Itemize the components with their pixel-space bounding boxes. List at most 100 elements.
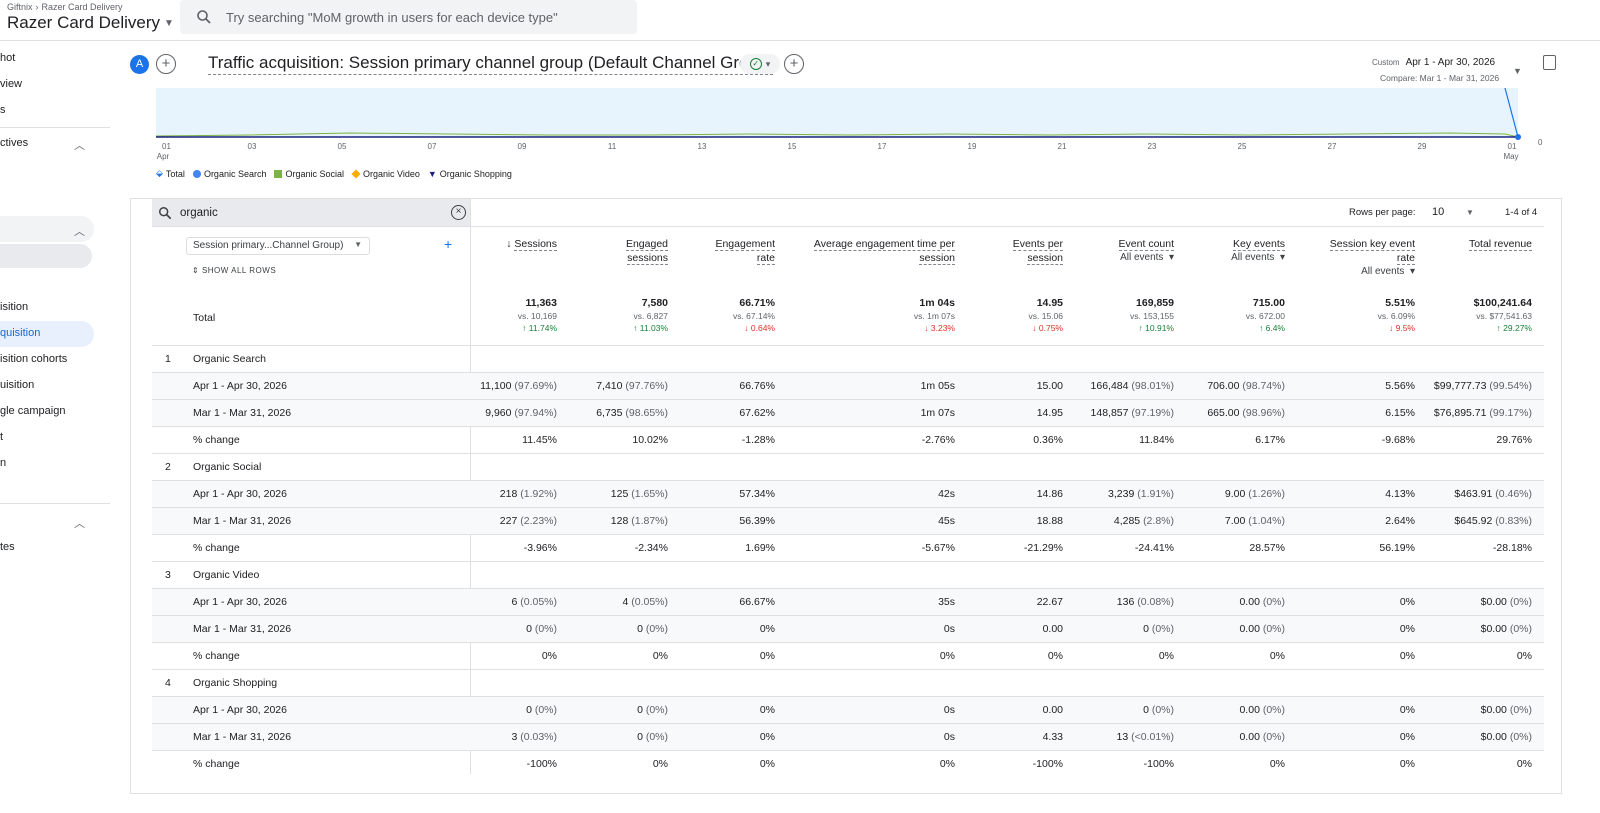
total-delta: ↓ 3.23% <box>924 323 955 333</box>
table-cell: 6,735 (98.65%) <box>596 407 668 419</box>
legend-item-organic-video[interactable]: Organic Video <box>351 168 420 179</box>
nav-item-t[interactable]: t <box>0 431 3 443</box>
table-row: Mar 1 - Mar 31, 2026 9,960 (97.94%) 6,735 … <box>152 399 1544 426</box>
dimension-select[interactable]: Session primary...Channel Group) ▼ <box>186 237 370 255</box>
table-group-row[interactable]: 1 Organic Search <box>152 345 1544 372</box>
search-input[interactable]: Try searching "MoM growth in users for e… <box>180 0 637 34</box>
legend-item-organic-shopping[interactable]: ▼ Organic Shopping <box>428 168 512 179</box>
x-tick-label: 13 <box>698 142 707 151</box>
chart-legend: ⬙ Total Organic Search Organic Social Org… <box>156 168 512 179</box>
date-range-label: Custom <box>1372 58 1400 67</box>
add-filter-icon[interactable]: + <box>784 54 804 74</box>
column-header[interactable]: Engagement rate <box>675 237 775 265</box>
event-filter-select[interactable]: All events ▾ <box>1295 265 1415 279</box>
legend-item-organic-search[interactable]: Organic Search <box>192 168 266 179</box>
column-header[interactable]: Average engagement time per session <box>785 237 955 265</box>
show-all-rows-button[interactable]: ⇕ SHOW ALL ROWS <box>192 266 276 275</box>
table-cell: 0 (0%) <box>526 704 557 716</box>
clear-search-icon[interactable]: × <box>451 205 466 220</box>
comparison-avatar[interactable]: A <box>130 55 149 74</box>
table-group-row[interactable]: 4 Organic Shopping <box>152 669 1544 696</box>
pin-icon: ⬙ <box>156 168 163 178</box>
date-range-picker[interactable]: Custom Apr 1 - Apr 30, 2026 <box>1372 57 1495 68</box>
table-cell: 706.00 (98.74%) <box>1207 380 1285 392</box>
table-row: Mar 1 - Mar 31, 2026 227 (2.23%) 128 (1.87… <box>152 507 1544 534</box>
caret-down-icon[interactable]: ▼ <box>1466 208 1474 217</box>
total-compare: vs. 672.00 <box>1245 311 1285 321</box>
nav-item-google-campaign[interactable]: gle campaign <box>0 405 65 417</box>
nav-item-tes[interactable]: tes <box>0 541 15 553</box>
table-cell: 45s <box>938 515 955 527</box>
nav-item-acquisition-cohorts[interactable]: isition cohorts <box>0 353 67 365</box>
table-group-row[interactable]: 2 Organic Social <box>152 453 1544 480</box>
caret-down-icon[interactable]: ▼ <box>1513 66 1522 76</box>
nav-item-traffic-acquisition[interactable]: quisition <box>0 327 40 339</box>
nav-item-selected-group[interactable] <box>0 244 92 268</box>
table-search-input[interactable]: organic × <box>152 199 470 226</box>
table-cell: 166,484 (98.01%) <box>1090 380 1174 392</box>
report-status-chip[interactable]: ✓ ▾ <box>740 54 780 74</box>
column-header[interactable]: Key events All events ▾ <box>1185 237 1285 265</box>
table-group-row[interactable]: 3 Organic Video <box>152 561 1544 588</box>
column-header[interactable]: Engaged sessions <box>568 237 668 265</box>
customize-report-icon[interactable] <box>1543 55 1556 70</box>
chevron-up-icon[interactable]: ︿ <box>74 515 85 531</box>
table-cell: 9.00 (1.26%) <box>1224 488 1285 500</box>
table-cell: 2.64% <box>1385 515 1415 527</box>
table-row: Apr 1 - Apr 30, 2026 0 (0%) 0 (0%) 0% 0s 0.00… <box>152 696 1544 723</box>
chevron-up-icon[interactable]: ︿ <box>74 223 85 239</box>
nav-section-objectives[interactable]: ctives <box>0 137 28 149</box>
sort-down-arrow-icon[interactable]: ↓ <box>506 238 511 250</box>
x-tick-label: 05 <box>338 142 347 151</box>
total-delta: ↑ 6.4% <box>1259 323 1285 333</box>
x-month-label: Apr <box>157 152 170 161</box>
table-cell: 4.13% <box>1385 488 1415 500</box>
table-cell: 56.39% <box>739 515 775 527</box>
total-delta: ↓ 0.64% <box>744 323 775 333</box>
x-tick-label: 09 <box>518 142 527 151</box>
chart-point-last[interactable] <box>1515 134 1521 140</box>
nav-item-user-acquisition[interactable]: isition <box>0 301 28 313</box>
chevron-up-icon[interactable]: ︿ <box>74 137 85 153</box>
column-header[interactable]: Session key event rate All events ▾ <box>1295 237 1415 279</box>
column-header[interactable]: Total revenue <box>1402 237 1532 251</box>
table-cell: 0% <box>1516 650 1532 662</box>
column-header[interactable]: Event count All events ▾ <box>1074 237 1174 265</box>
breadcrumb-account[interactable]: Giftnix <box>7 2 33 12</box>
legend-item-total[interactable]: ⬙ Total <box>156 168 185 179</box>
legend-item-organic-social[interactable]: Organic Social <box>274 168 344 179</box>
nav-item-snapshot[interactable]: hot <box>0 52 15 64</box>
nav-item-n[interactable]: n <box>0 457 6 469</box>
table-cell: 136 (0.08%) <box>1116 596 1174 608</box>
property-selector[interactable]: Razer Card Delivery ▼ <box>7 13 174 33</box>
table-cell: 7.00 (1.04%) <box>1224 515 1285 527</box>
nav-item-overview[interactable]: view <box>0 78 22 90</box>
total-value: 7,580 <box>641 297 668 309</box>
diamond-swatch-icon <box>351 168 361 179</box>
breadcrumb-property[interactable]: Razer Card Delivery <box>42 2 123 12</box>
total-cell: 14.95 vs. 15.06 ↓ 0.75% <box>963 297 1064 333</box>
table-cell: 0.00 (0%) <box>1239 623 1285 635</box>
nav-item-s[interactable]: s <box>0 104 6 116</box>
column-header[interactable]: ↓ Sessions <box>457 237 557 251</box>
total-delta: ↑ 11.03% <box>633 323 668 333</box>
event-filter-select[interactable]: All events ▾ <box>1185 251 1285 265</box>
breadcrumb[interactable]: Giftnix › Razer Card Delivery <box>7 2 123 12</box>
nav-item-acquisition[interactable]: uisition <box>0 379 34 391</box>
channel-name: Organic Social <box>193 461 262 473</box>
add-comparison-icon[interactable]: + <box>156 54 176 74</box>
dimension-select-value: Session primary...Channel Group) <box>193 240 344 251</box>
row-rank: 2 <box>165 461 171 473</box>
triangle-swatch-icon: ▼ <box>427 168 437 179</box>
table-cell: 0% <box>1399 731 1415 743</box>
x-tick-label: 29 <box>1418 142 1427 151</box>
table-cell: 0s <box>943 704 955 716</box>
column-header[interactable]: Events per session <box>963 237 1063 265</box>
rows-per-page-select[interactable]: 10 <box>1432 206 1444 218</box>
row-period-label: Apr 1 - Apr 30, 2026 <box>193 380 287 392</box>
chart-area-fill <box>156 88 1518 137</box>
event-filter-select[interactable]: All events ▾ <box>1074 251 1174 265</box>
table-cell: 4,285 (2.8%) <box>1113 515 1174 527</box>
total-cell: 715.00 vs. 672.00 ↑ 6.4% <box>1185 297 1285 333</box>
add-dimension-icon[interactable]: + <box>444 236 452 252</box>
